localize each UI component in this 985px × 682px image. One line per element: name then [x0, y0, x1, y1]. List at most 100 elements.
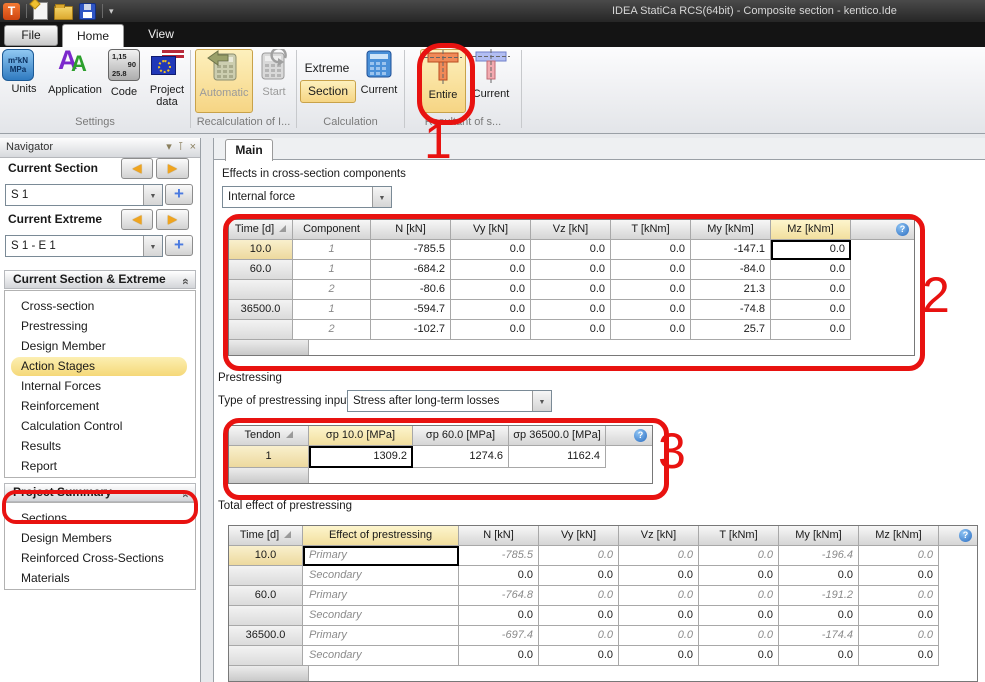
selected-cell[interactable]: 1309.2: [309, 446, 413, 468]
new-file-icon[interactable]: [33, 2, 48, 20]
value-cell[interactable]: 0.0: [699, 626, 779, 646]
value-cell[interactable]: 0.0: [459, 646, 539, 666]
value-cell[interactable]: -191.2: [779, 586, 859, 606]
value-cell[interactable]: -785.5: [459, 546, 539, 566]
time-cell[interactable]: [229, 566, 303, 586]
time-cell[interactable]: 10.0: [229, 240, 293, 260]
code-button[interactable]: 1,15 90 25.8 Code: [104, 49, 144, 98]
resultant-current-button[interactable]: Current: [466, 49, 516, 100]
value-cell[interactable]: -764.8: [459, 586, 539, 606]
value-cell[interactable]: 25.7: [691, 320, 771, 340]
value-cell[interactable]: 0.0: [451, 280, 531, 300]
value-cell[interactable]: 0.0: [859, 546, 939, 566]
collapse-icon[interactable]: ▾: [166, 138, 172, 157]
value-cell[interactable]: 21.3: [691, 280, 771, 300]
next-extreme-button[interactable]: ▶: [156, 209, 189, 230]
effect-cell[interactable]: Secondary: [303, 606, 459, 626]
value-cell[interactable]: 0.0: [451, 260, 531, 280]
value-cell[interactable]: 0.0: [531, 260, 611, 280]
value-cell[interactable]: 0.0: [451, 240, 531, 260]
value-cell[interactable]: 0.0: [699, 646, 779, 666]
units-button[interactable]: m²kN MPa Units: [2, 49, 46, 95]
prev-extreme-button[interactable]: ◀: [121, 209, 153, 230]
value-cell[interactable]: 0.0: [619, 626, 699, 646]
close-icon[interactable]: ×: [190, 138, 196, 157]
sidebar-item-results[interactable]: Results: [11, 437, 187, 456]
automatic-button[interactable]: Automatic: [195, 49, 253, 113]
value-cell[interactable]: 0.0: [459, 566, 539, 586]
component-cell[interactable]: 2: [293, 320, 371, 340]
effect-cell[interactable]: Secondary: [303, 566, 459, 586]
dropdown-button[interactable]: ▼: [532, 391, 551, 411]
value-cell[interactable]: 1162.4: [509, 446, 606, 468]
project-data-button[interactable]: Project data: [143, 49, 191, 108]
help-icon[interactable]: ?: [896, 223, 909, 236]
value-cell[interactable]: 0.0: [539, 626, 619, 646]
pin-icon[interactable]: ⊺: [178, 138, 184, 157]
section-button[interactable]: Section: [300, 80, 356, 103]
value-cell[interactable]: 0.0: [859, 646, 939, 666]
start-button[interactable]: Start: [255, 49, 293, 98]
col-header-time[interactable]: Time [d]: [229, 220, 293, 240]
tab-file[interactable]: File: [4, 25, 58, 46]
help-icon[interactable]: ?: [634, 429, 647, 442]
sidebar-item-reinforced-cross-sections[interactable]: Reinforced Cross-Sections: [11, 549, 187, 568]
time-cell[interactable]: 60.0: [229, 586, 303, 606]
sidebar-item-reinforcement[interactable]: Reinforcement: [11, 397, 187, 416]
value-cell[interactable]: 0.0: [771, 260, 851, 280]
new-row-cell[interactable]: [229, 666, 309, 681]
value-cell[interactable]: -80.6: [371, 280, 451, 300]
value-cell[interactable]: 0.0: [779, 646, 859, 666]
sidebar-item-design-members[interactable]: Design Members: [11, 529, 187, 548]
app-logo-icon[interactable]: T: [3, 3, 20, 20]
sidebar-item-sections[interactable]: Sections: [11, 509, 187, 528]
dropdown-button[interactable]: ▼: [372, 187, 391, 207]
value-cell[interactable]: 0.0: [771, 300, 851, 320]
tab-view[interactable]: View: [130, 24, 192, 45]
sidebar-item-prestressing[interactable]: Prestressing: [11, 317, 187, 336]
time-cell[interactable]: [229, 646, 303, 666]
value-cell[interactable]: -102.7: [371, 320, 451, 340]
value-cell[interactable]: -196.4: [779, 546, 859, 566]
value-cell[interactable]: 0.0: [859, 566, 939, 586]
value-cell[interactable]: 0.0: [531, 300, 611, 320]
application-button[interactable]: A A Application: [46, 49, 104, 96]
value-cell[interactable]: 0.0: [619, 586, 699, 606]
value-cell[interactable]: 0.0: [859, 586, 939, 606]
value-cell[interactable]: 0.0: [619, 566, 699, 586]
tendon-cell[interactable]: 1: [229, 446, 309, 468]
entire-button[interactable]: Entire: [420, 49, 466, 113]
time-cell[interactable]: [229, 606, 303, 626]
value-cell[interactable]: 0.0: [859, 606, 939, 626]
add-extreme-button[interactable]: +: [165, 235, 193, 256]
open-file-icon[interactable]: [54, 6, 73, 20]
group-header-project-summary[interactable]: Project Summary «: [4, 483, 196, 502]
value-cell[interactable]: 0.0: [619, 646, 699, 666]
dropdown-button[interactable]: ▼: [143, 236, 162, 256]
value-cell[interactable]: 0.0: [611, 300, 691, 320]
value-cell[interactable]: 0.0: [611, 240, 691, 260]
component-cell[interactable]: 1: [293, 240, 371, 260]
prev-section-button[interactable]: ◀: [121, 158, 153, 179]
sidebar-item-internal-forces[interactable]: Internal Forces: [11, 377, 187, 396]
extreme-button[interactable]: Extreme: [300, 61, 354, 75]
value-cell[interactable]: -684.2: [371, 260, 451, 280]
value-cell[interactable]: -174.4: [779, 626, 859, 646]
prestressing-input-select[interactable]: Stress after long-term losses ▼: [347, 390, 552, 412]
effects-type-select[interactable]: Internal force ▼: [222, 186, 392, 208]
value-cell[interactable]: 0.0: [459, 606, 539, 626]
value-cell[interactable]: 0.0: [619, 606, 699, 626]
value-cell[interactable]: 0.0: [611, 320, 691, 340]
value-cell[interactable]: 0.0: [611, 280, 691, 300]
effect-cell[interactable]: Primary: [303, 626, 459, 646]
sidebar-item-calculation-control[interactable]: Calculation Control: [11, 417, 187, 436]
current-extreme-select[interactable]: S 1 - E 1 ▼: [5, 235, 163, 257]
value-cell[interactable]: 0.0: [451, 300, 531, 320]
save-icon[interactable]: [79, 3, 96, 20]
value-cell[interactable]: 0.0: [779, 606, 859, 626]
value-cell[interactable]: -74.8: [691, 300, 771, 320]
value-cell[interactable]: 0.0: [699, 606, 779, 626]
effect-cell[interactable]: Secondary: [303, 646, 459, 666]
component-cell[interactable]: 2: [293, 280, 371, 300]
value-cell[interactable]: 0.0: [771, 280, 851, 300]
